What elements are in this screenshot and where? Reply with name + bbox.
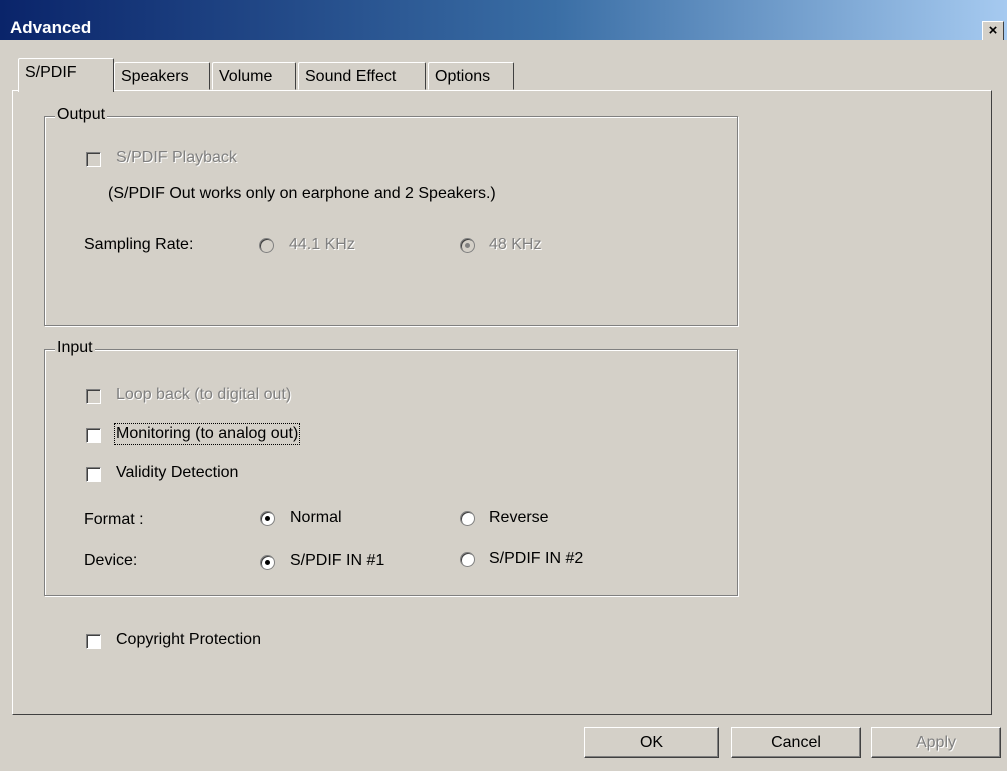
input-group-label: Input [55,339,95,357]
monitoring-label[interactable]: Monitoring (to analog out) [113,423,301,445]
output-group: Output [44,106,738,326]
format-reverse-radio[interactable] [460,511,475,526]
loop-back-label: Loop back (to digital out) [116,386,292,403]
window-title: Advanced [10,18,92,37]
title-bar[interactable]: Advanced × [0,0,1007,41]
sampling-44-radio[interactable] [259,238,274,253]
device-in2-radio[interactable] [460,552,475,567]
close-icon: × [988,22,998,39]
sampling-48-label: 48 KHz [489,236,542,253]
sampling-rate-label: Sampling Rate: [84,236,194,253]
tab-label: Sound Effect [305,68,397,85]
monitoring-checkbox[interactable] [86,428,101,443]
device-in2-label: S/PDIF IN #2 [489,550,584,567]
sampling-48-radio[interactable] [460,238,475,253]
cancel-button[interactable]: Cancel [731,727,861,758]
output-group-label: Output [55,106,108,124]
copyright-protection-checkbox[interactable] [86,634,101,649]
validity-detection-checkbox[interactable] [86,467,101,482]
tab-sound-effect[interactable]: Sound Effect [298,62,426,90]
tab-label: Speakers [121,68,189,85]
spdif-playback-label: S/PDIF Playback [116,149,237,166]
sampling-44-label: 44.1 KHz [289,236,355,253]
format-normal-radio[interactable] [260,511,275,526]
tab-label: Options [435,68,491,85]
spdif-playback-checkbox[interactable] [86,152,101,167]
copyright-protection-label: Copyright Protection [116,631,261,648]
loop-back-checkbox[interactable] [86,389,101,404]
spdif-note: (S/PDIF Out works only on earphone and 2… [108,185,496,202]
apply-button[interactable]: Apply [871,727,1001,758]
close-button[interactable]: × [982,21,1004,41]
radio-dot [265,560,270,565]
tab-label: S/PDIF [25,64,77,81]
format-reverse-label: Reverse [489,509,549,526]
ok-button[interactable]: OK [584,727,719,758]
tab-label: Volume [219,68,273,85]
format-normal-label: Normal [290,509,342,526]
tab-spdif[interactable]: S/PDIF [18,58,114,92]
tab-options[interactable]: Options [428,62,514,90]
tab-speakers[interactable]: Speakers [114,62,210,90]
radio-dot [265,516,270,521]
device-in1-label: S/PDIF IN #1 [290,552,385,569]
device-label: Device: [84,552,138,569]
tab-volume[interactable]: Volume [212,62,296,90]
radio-dot [465,243,470,248]
validity-detection-label: Validity Detection [116,464,239,481]
device-in1-radio[interactable] [260,555,275,570]
format-label: Format : [84,511,144,528]
